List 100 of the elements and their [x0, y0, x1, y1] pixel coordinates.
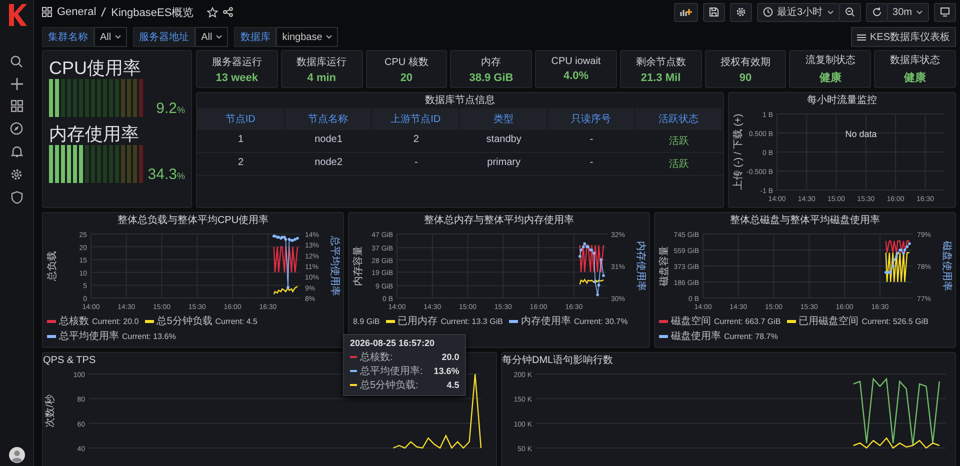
table-cell: - [548, 130, 636, 153]
gauge-value: 9.2% [156, 100, 185, 117]
legend-value: Current: 4.5 [215, 316, 258, 326]
table-cell: primary [460, 153, 548, 176]
avatar-icon[interactable] [8, 447, 24, 463]
stat-value: 健康 [819, 70, 842, 85]
variable-label: 数据库 [234, 27, 276, 47]
table-cell: 活跃 [635, 130, 723, 153]
tv-mode-button[interactable] [934, 2, 956, 22]
save-button[interactable] [702, 2, 725, 22]
stat-title: 剩余节点数 [636, 56, 686, 68]
stat-title: 数据库状态 [890, 54, 940, 67]
star-icon[interactable] [206, 6, 218, 18]
panel-title: 整体总磁盘与整体平均磁盘使用率 [730, 214, 880, 228]
table-cell: node2 [284, 153, 372, 176]
caret-icon [216, 35, 222, 39]
stat-title: 内存 [481, 56, 502, 68]
breadcrumb-folder[interactable]: General [57, 6, 96, 18]
legend-value: Current: 526.5 GiB [862, 316, 928, 326]
compass-icon[interactable] [10, 122, 23, 135]
legend-label[interactable]: 磁盘空间 [671, 314, 711, 328]
legend-label[interactable]: 总核数 [59, 314, 89, 328]
legend-value: Current: 13.3 GiB [440, 316, 503, 326]
stat-title: CPU iowait [551, 56, 601, 67]
add-panel-button[interactable] [674, 2, 698, 22]
shield-icon[interactable] [10, 191, 22, 204]
settings-button[interactable] [730, 2, 752, 22]
share-icon[interactable] [222, 7, 233, 17]
monitor-icon [940, 7, 950, 17]
tooltip-time: 2026-08-25 16:57:20 [350, 338, 436, 348]
grid-icon[interactable] [10, 100, 22, 112]
dashboard-link[interactable]: KES数据库仪表板 [850, 27, 956, 47]
tooltip-label: 总平均使用率: [360, 364, 423, 378]
gauge-value: 34.3% [148, 166, 185, 183]
legend-value: Current: 78.7% [724, 332, 778, 340]
axis-title: 总平均使用率 [329, 236, 340, 296]
caret-icon [326, 35, 332, 39]
tooltip-label: 总5分钟负载: [360, 378, 418, 392]
save-icon [708, 7, 719, 17]
table-cell: - [548, 153, 636, 176]
table-cell: 活跃 [635, 153, 723, 176]
column-header[interactable]: 上游节点ID [372, 108, 460, 130]
table-cell: 2 [197, 153, 285, 176]
panel-title: 数据库节点信息 [424, 94, 496, 108]
zoom-out-button[interactable] [838, 2, 861, 22]
legend-value: 8.9 GiB [353, 316, 380, 326]
legend-label[interactable]: 已用内存 [398, 314, 438, 328]
legend-value: Current: 13.6% [122, 332, 176, 340]
variable-select[interactable]: kingbase [276, 27, 338, 47]
settings-icon[interactable] [10, 168, 23, 181]
gauge-title: 内存使用率 [49, 123, 140, 145]
stat-value: 38.9 GiB [469, 72, 514, 84]
variable-select[interactable]: All [195, 27, 228, 47]
tooltip-label: 总核数: [360, 350, 393, 364]
legend-label[interactable]: 总平均使用率 [59, 329, 119, 343]
legend-label[interactable]: 已用磁盘空间 [798, 314, 859, 328]
refresh-button[interactable] [866, 2, 887, 22]
axis-title: 总负载 [47, 251, 58, 281]
axis-title: 次数/秒 [45, 394, 56, 428]
axis-title: 内存使用率 [635, 241, 646, 291]
dashboard-title[interactable]: KingbaseES概览 [111, 4, 194, 20]
tooltip-value: 20.0 [440, 352, 460, 362]
legend-value: Current: 663.7 GiB [714, 316, 781, 326]
refresh-interval-picker[interactable]: 30m [886, 2, 929, 22]
bell-icon[interactable] [10, 145, 22, 158]
panel-title: 整体总内存与整体平均内存使用率 [424, 214, 574, 228]
tooltip-value: 4.5 [446, 380, 460, 390]
variable-label: 服务器地址 [133, 27, 196, 47]
panel-title: QPS & TPS [43, 354, 96, 368]
legend-value: Current: 20.0 [92, 316, 139, 326]
clock-icon [762, 7, 773, 17]
variable-select[interactable]: All [94, 27, 128, 47]
stat-value: 21.3 Mil [640, 72, 681, 84]
legend-label[interactable]: 总5分钟负载 [156, 314, 212, 328]
column-header[interactable]: 活跃状态 [635, 108, 723, 130]
legend-label[interactable]: 内存使用率 [520, 314, 571, 328]
table-cell: standby [460, 130, 548, 153]
table-cell: 2 [372, 130, 460, 153]
panel-title: 每小时流量监控 [807, 94, 877, 108]
stat-value: 4 min [307, 72, 336, 84]
stat-value: 20 [400, 72, 413, 84]
tooltip-value: 13.6% [432, 366, 460, 376]
variable-label: 集群名称 [42, 27, 94, 47]
time-range-picker[interactable]: 最近3小时 [756, 2, 839, 22]
plus-icon[interactable] [10, 78, 22, 90]
panel-title: 整体总负载与整体平均CPU使用率 [117, 214, 269, 228]
dashboard-grid-icon [42, 7, 52, 17]
stat-title: 授权有效期 [720, 56, 771, 68]
refresh-icon [872, 7, 882, 17]
column-header[interactable]: 只读序号 [548, 108, 636, 130]
column-header[interactable]: 节点ID [197, 108, 285, 130]
add-chart-icon [680, 7, 692, 17]
panel-title: 每分钟DML语句影响行数 [502, 354, 614, 368]
stat-title: CPU 核数 [384, 56, 428, 68]
column-header[interactable]: 类型 [460, 108, 548, 130]
column-header[interactable]: 节点名称 [284, 108, 372, 130]
legend-label[interactable]: 磁盘使用率 [671, 329, 721, 343]
search-icon[interactable] [10, 55, 23, 68]
caret-icon [916, 10, 923, 14]
stat-value: 4.0% [563, 70, 589, 82]
